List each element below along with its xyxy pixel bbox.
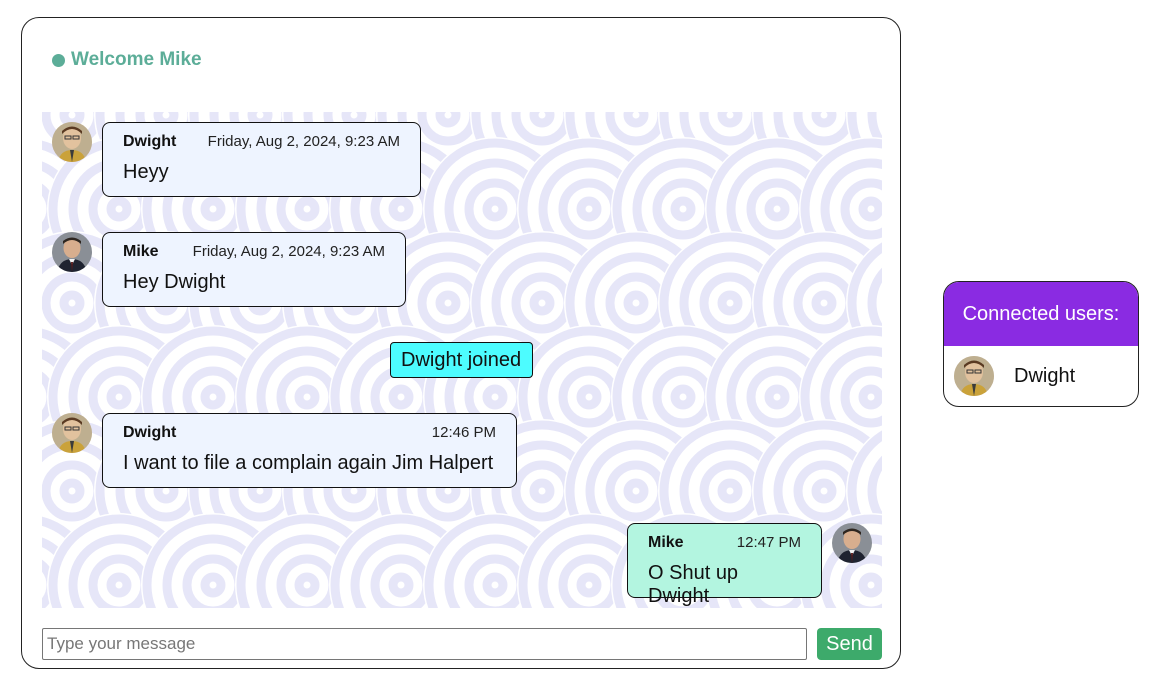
send-button[interactable]: Send: [817, 628, 882, 660]
message-bubble: Dwight Friday, Aug 2, 2024, 9:23 AM Heyy: [102, 122, 421, 197]
message-text: Heyy: [123, 161, 169, 183]
message-list[interactable]: Dwight Friday, Aug 2, 2024, 9:23 AM Heyy…: [42, 112, 882, 608]
message-text: I want to file a complain again Jim Halp…: [123, 452, 494, 474]
message-sender: Mike: [123, 243, 159, 260]
message-time: Friday, Aug 2, 2024, 9:23 AM: [192, 243, 385, 260]
connected-users-title: Connected users:: [944, 282, 1138, 346]
dwight-avatar: [52, 413, 92, 453]
welcome-header: Welcome Mike: [52, 49, 202, 71]
message-time: 12:46 PM: [431, 424, 496, 441]
message-sender: Dwight: [123, 133, 177, 150]
message-text: Hey Dwight: [123, 271, 226, 293]
message-input[interactable]: [42, 628, 807, 660]
dwight-avatar: [954, 356, 994, 396]
message-time: Friday, Aug 2, 2024, 9:23 AM: [207, 133, 400, 150]
message-text: O Shut up Dwight: [648, 562, 739, 607]
connected-user-item[interactable]: Dwight: [944, 346, 1138, 406]
connected-users-panel: Connected users: Dwight: [943, 281, 1139, 407]
message-composer: Send: [42, 628, 882, 660]
message-bubble: Mike 12:47 PM O Shut up Dwight: [627, 523, 822, 607]
message-bubble: Mike Friday, Aug 2, 2024, 9:23 AM Hey Dw…: [102, 232, 406, 307]
connected-user-name: Dwight: [1014, 365, 1076, 387]
mike-avatar: [832, 523, 872, 563]
message-sender: Mike: [648, 534, 684, 551]
chat-window: Welcome Mike Dwight Friday, Aug 2, 2024,…: [21, 17, 901, 669]
dwight-avatar: [52, 122, 92, 162]
welcome-text: Welcome Mike: [71, 49, 202, 70]
message-time: 12:47 PM: [736, 534, 801, 551]
mike-avatar: [52, 232, 92, 272]
message-bubble: Dwight 12:46 PM I want to file a complai…: [102, 413, 517, 488]
online-dot-icon: [52, 53, 65, 67]
system-notification: Dwight joined: [390, 342, 533, 378]
message-sender: Dwight: [123, 424, 177, 441]
